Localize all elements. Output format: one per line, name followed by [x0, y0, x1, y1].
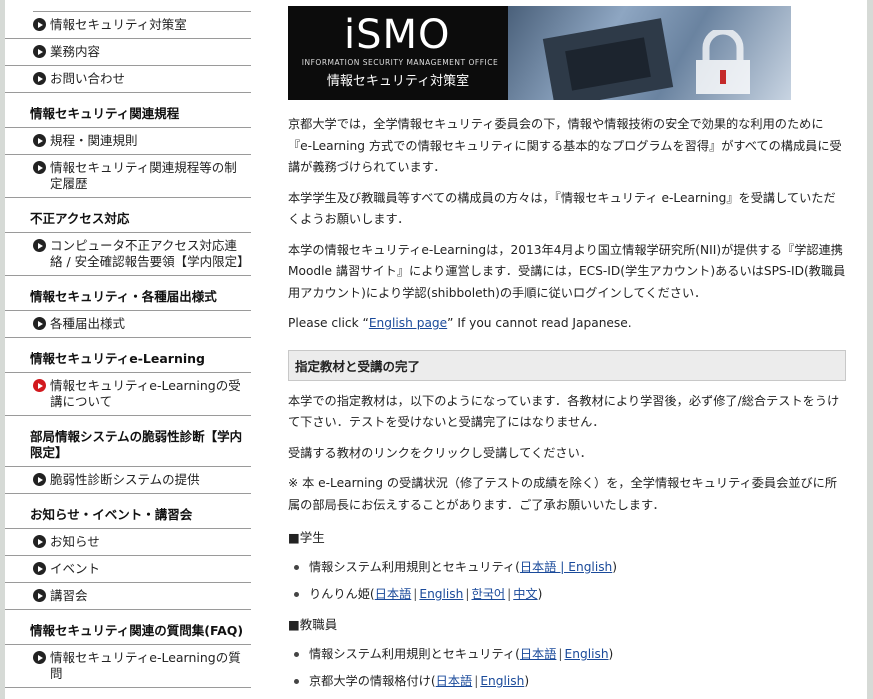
course-close: ) [537, 587, 543, 601]
english-notice: Please click “English page” If you canno… [288, 313, 846, 335]
sidebar-item-office[interactable]: 情報セキュリティ対策室 [5, 12, 251, 39]
sidebar-item-label: 情報セキュリティe-Learningの質問 [50, 650, 241, 681]
sidebar-item-label: 情報セキュリティ対策室 [50, 17, 187, 32]
sidebar-item-events[interactable]: イベント [5, 556, 251, 583]
arrow-bullet-icon [33, 651, 46, 664]
rinrin-link-english[interactable]: English [419, 587, 463, 601]
materials-paragraph: 本学での指定教材は，以下のようになっています．各教材により学習後，必ず修了/総合… [288, 393, 840, 430]
request-paragraph: 本学学生及び教職員等すべての構成員の方々は，『情報セキュリティ e-Learni… [288, 190, 836, 227]
rinrin-link-chinese[interactable]: 中文 [513, 587, 537, 601]
sidebar-item-business[interactable]: 業務内容 [5, 39, 251, 66]
sidebar-heading-news: お知らせ・イベント・講習会 [5, 494, 251, 529]
sidebar-item-rules-history[interactable]: 情報セキュリティ関連規程等の制定履歴 [5, 155, 251, 198]
staff-heading: ■教職員 [288, 617, 338, 632]
sidebar-item-vulnerability-system[interactable]: 脆弱性診断システムの提供 [5, 467, 251, 494]
sidebar-item-label: お問い合わせ [50, 71, 126, 86]
sidebar-item-label: 情報セキュリティ関連規程等の制定履歴 [50, 160, 237, 191]
sidebar-heading-elearning: 情報セキュリティe-Learning [5, 338, 251, 373]
course-close: ) [608, 647, 614, 661]
sidebar-item-news[interactable]: お知らせ [5, 529, 251, 556]
course-name: 情報システム利用規則とセキュリティ( [309, 647, 520, 661]
arrow-bullet-icon [33, 589, 46, 602]
list-item: りんりん姫(日本語 | English | 한국어 | 中文) [288, 586, 846, 602]
arrow-bullet-icon [33, 473, 46, 486]
arrow-bullet-icon [33, 535, 46, 548]
sidebar-item-label: 情報セキュリティe-Learningの受講について [50, 378, 241, 409]
banner-org-name: INFORMATION SECURITY MANAGEMENT OFFICE [301, 58, 499, 67]
students-heading: ■学生 [288, 530, 325, 545]
course-name: りんりん姫( [309, 587, 375, 601]
list-item: 京都大学の情報格付け(日本語 | English) [288, 673, 846, 689]
list-item: 情報システム利用規則とセキュリティ(日本語 | English) [288, 646, 846, 662]
sidebar-item-incident-report[interactable]: コンピュータ不正アクセス対応連絡 / 安全確認報告要領【学内限定】 [5, 233, 251, 276]
section-heading-materials: 指定教材と受講の完了 [288, 349, 846, 381]
sidebar-item-label: 規程・関連規則 [50, 133, 138, 148]
separator: | [465, 587, 470, 601]
sidebar-item-label: コンピュータ不正アクセス対応連絡 / 安全確認報告要領【学内限定】 [50, 238, 250, 269]
classification-link-japanese[interactable]: 日本語 [436, 674, 473, 688]
arrow-bullet-icon [33, 161, 46, 174]
sidebar-heading-regulations: 情報セキュリティ関連規程 [5, 93, 251, 128]
sidebar-item-elearning-course[interactable]: 情報セキュリティe-Learningの受講について [5, 373, 251, 416]
ismo-logo: iSMO [344, 12, 451, 58]
sidebar-top-divider [33, 0, 251, 12]
english-page-link[interactable]: English page [369, 316, 447, 330]
rinrin-link-korean[interactable]: 한국어 [472, 587, 506, 601]
staff-course-link-japanese[interactable]: 日本語 [520, 647, 557, 661]
arrow-bullet-icon [33, 134, 46, 147]
sidebar-item-contact[interactable]: お問い合わせ [5, 66, 251, 93]
banner-image [508, 6, 791, 100]
separator: | [558, 647, 563, 661]
padlock-icon [696, 30, 750, 94]
sidebar-heading-forms: 情報セキュリティ・各種届出様式 [5, 276, 251, 311]
moodle-paragraph: 本学の情報セキュリティe-Learningは，2013年4月より国立情報学研究所… [288, 242, 846, 300]
click-instruction: 受講する教材のリンクをクリックし受講してください． [288, 445, 592, 460]
sidebar: 情報セキュリティ対策室 業務内容 お問い合わせ 情報セキュリティ関連規程 規程・… [5, 0, 251, 688]
rinrin-link-japanese[interactable]: 日本語 [375, 587, 412, 601]
intro-paragraph: 京都大学では，全学情報セキュリティ委員会の下，情報や情報技術の安全で効果的な利用… [288, 117, 842, 174]
english-notice-pre: Please click “ [288, 316, 369, 330]
staff-list: 情報システム利用規則とセキュリティ(日本語 | English) 京都大学の情報格付… [288, 646, 846, 689]
course-name: 情報システム利用規則とセキュリティ( [309, 560, 520, 574]
staff-course-link-english[interactable]: English [565, 647, 609, 661]
sidebar-item-forms[interactable]: 各種届出様式 [5, 311, 251, 338]
sidebar-heading-unauthorized-access: 不正アクセス対応 [5, 198, 251, 233]
sidebar-item-faq-elearning[interactable]: 情報セキュリティe-Learningの質問 [5, 645, 251, 688]
arrow-bullet-icon [33, 317, 46, 330]
arrow-bullet-icon [33, 379, 46, 392]
course-close: ) [524, 674, 530, 688]
course-name: 京都大学の情報格付け( [309, 674, 436, 688]
english-notice-post: ” If you cannot read Japanese. [447, 316, 632, 330]
arrow-bullet-icon [33, 45, 46, 58]
arrow-bullet-icon [33, 72, 46, 85]
sidebar-item-seminars[interactable]: 講習会 [5, 583, 251, 610]
sidebar-item-label: 脆弱性診断システムの提供 [50, 472, 200, 487]
page: 情報セキュリティ対策室 業務内容 お問い合わせ 情報セキュリティ関連規程 規程・… [5, 0, 867, 699]
arrow-bullet-icon [33, 562, 46, 575]
banner-logo-panel: iSMO INFORMATION SECURITY MANAGEMENT OFF… [288, 6, 508, 100]
arrow-bullet-icon [33, 239, 46, 252]
banner-office-name: 情報セキュリティ対策室 [326, 74, 470, 89]
classification-link-english[interactable]: English [480, 674, 524, 688]
course-close: ) [612, 560, 618, 574]
sidebar-heading-faq: 情報セキュリティ関連の質問集(FAQ) [5, 610, 251, 645]
course-link-ja-en[interactable]: 日本語 | English [520, 560, 612, 574]
ismo-banner: iSMO INFORMATION SECURITY MANAGEMENT OFF… [288, 6, 791, 100]
sidebar-heading-vulnerability: 部局情報システムの脆弱性診断【学内限定】 [5, 416, 251, 467]
sidebar-item-rules[interactable]: 規程・関連規則 [5, 128, 251, 155]
sidebar-item-label: 各種届出様式 [50, 316, 126, 331]
students-list: 情報システム利用規則とセキュリティ(日本語 | English) りんりん姫(日… [288, 559, 846, 602]
arrow-bullet-icon [33, 18, 46, 31]
list-item: 情報システム利用規則とセキュリティ(日本語 | English) [288, 559, 846, 575]
notice-paragraph: ※ 本 e-Learning の受講状況（修了テストの成績を除く）を，全学情報セ… [288, 476, 838, 512]
main-content: iSMO INFORMATION SECURITY MANAGEMENT OFF… [288, 6, 846, 689]
